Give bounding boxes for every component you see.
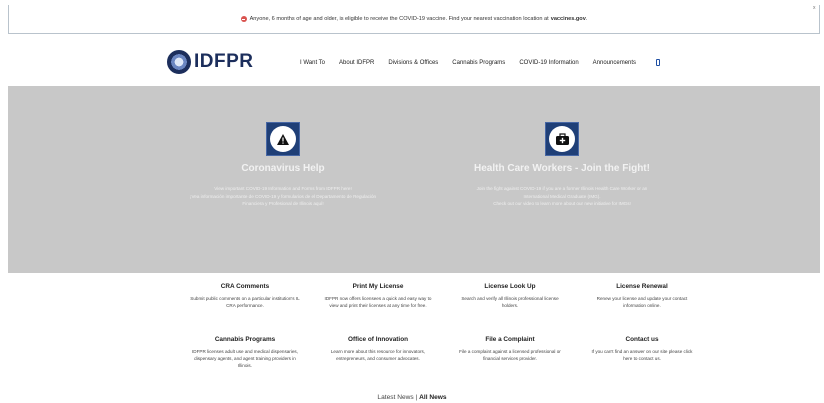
brand-name: IDFPR — [194, 51, 254, 72]
latest-news: Latest News | All News — [0, 394, 824, 401]
card-title: Health Care Workers - Join the Fight! — [474, 163, 650, 174]
mobile-icon[interactable] — [656, 59, 661, 66]
service-title: Print My License — [352, 283, 404, 290]
nav-item-divisions[interactable]: Divisions & Offices — [388, 60, 438, 66]
alert-banner: Anyone, 6 months of age and older, is el… — [8, 5, 820, 34]
service-title: Contact us — [625, 336, 659, 343]
card-title: Coronavirus Help — [241, 163, 325, 174]
service-title: License Look Up — [484, 283, 536, 290]
service-description: Renew your license and update your conta… — [596, 296, 688, 308]
nav-item-about[interactable]: About IDFPR — [339, 60, 374, 66]
warning-icon — [240, 16, 247, 22]
coronavirus-help-card[interactable]: Coronavirus Help View important COVID-19… — [163, 122, 403, 208]
service-title: Cannabis Programs — [214, 336, 276, 343]
medical-kit-icon — [545, 122, 579, 156]
alert-text: Anyone, 6 months of age and older, is el… — [249, 16, 549, 22]
card-description: Join the fight against COVID-19 if you a… — [476, 186, 648, 206]
nav-item-cannabis[interactable]: Cannabis Programs — [452, 60, 505, 66]
service-description: IDFPR licenses adult use and medical dis… — [192, 349, 298, 368]
latest-news-label: Latest News | — [377, 394, 420, 401]
service-title: File a Complaint — [485, 336, 535, 343]
service-description: File a complaint against a licensed prof… — [459, 349, 561, 361]
hero-section: Coronavirus Help View important COVID-19… — [8, 86, 820, 273]
service-cannabis-programs[interactable]: Cannabis Programs IDFPR licenses adult u… — [190, 336, 300, 369]
service-contact-us[interactable]: Contact us If you can't find an answer o… — [587, 336, 697, 362]
nav-item-announcements[interactable]: Announcements — [593, 60, 636, 66]
warning-triangle-icon — [266, 122, 300, 156]
service-file-complaint[interactable]: File a Complaint File a complaint agains… — [455, 336, 565, 362]
service-license-renewal[interactable]: License Renewal Renew your license and u… — [587, 283, 697, 309]
close-icon[interactable]: x — [813, 5, 817, 11]
service-description: If you can't find an answer on our site … — [591, 349, 693, 361]
all-news-link[interactable]: All News — [419, 394, 446, 401]
site-logo[interactable]: IDFPR — [167, 50, 254, 74]
service-description: IDFPR now offers licensees a quick and e… — [324, 296, 432, 308]
health-care-workers-card[interactable]: Health Care Workers - Join the Fight! Jo… — [432, 122, 692, 208]
main-nav: I Want To About IDFPR Divisions & Office… — [300, 59, 661, 66]
service-office-innovation[interactable]: Office of Innovation Learn more about th… — [323, 336, 433, 362]
service-title: Office of Innovation — [348, 336, 408, 343]
service-license-lookup[interactable]: License Look Up Search and verify all Il… — [455, 283, 565, 309]
service-title: License Renewal — [616, 283, 668, 290]
service-print-license[interactable]: Print My License IDFPR now offers licens… — [323, 283, 433, 309]
service-cra-comments[interactable]: CRA Comments Submit public comments on a… — [190, 283, 300, 309]
state-seal-icon — [167, 50, 191, 74]
service-title: CRA Comments — [220, 283, 270, 290]
service-description: Submit public comments on a particular i… — [190, 296, 300, 308]
nav-item-covid[interactable]: COVID-19 Information — [519, 60, 578, 66]
service-description: Search and verify all Illinois professio… — [461, 296, 559, 308]
alert-link[interactable]: vaccines.gov — [551, 16, 586, 22]
card-description: View important COVID-19 Information and … — [189, 186, 377, 206]
nav-item-i-want-to[interactable]: I Want To — [300, 60, 325, 66]
service-description: Learn more about this resource for innov… — [330, 349, 426, 361]
